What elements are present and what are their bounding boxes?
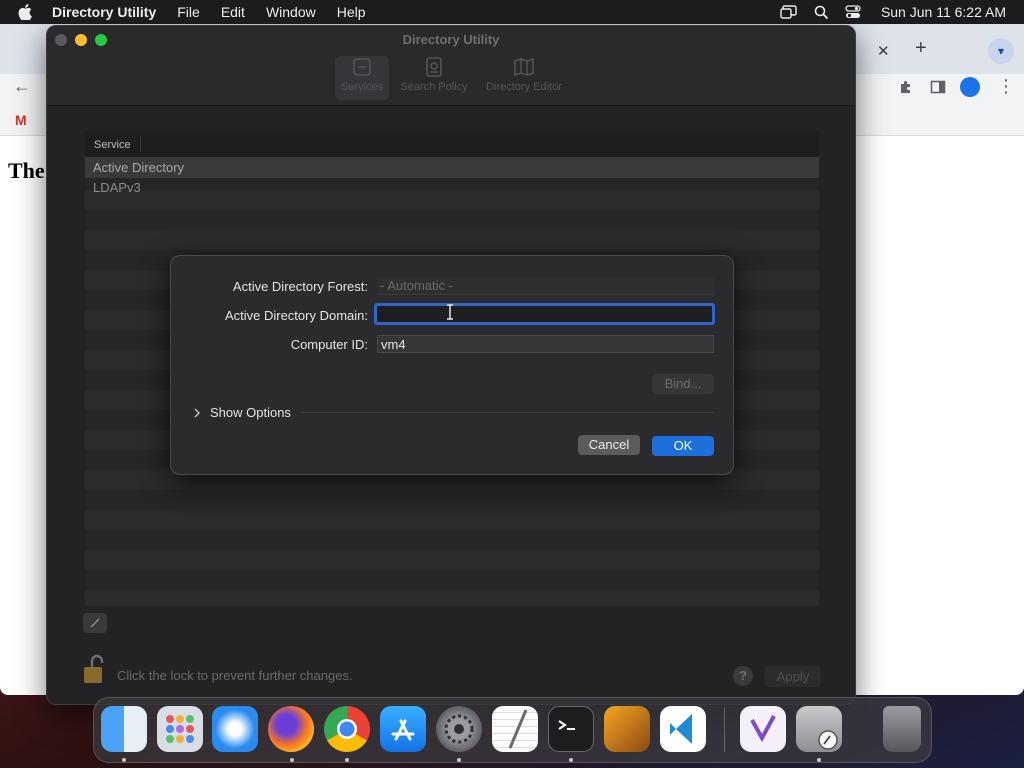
show-options-disclosure[interactable]: Show Options xyxy=(193,405,291,420)
computer-id-label: Computer ID: xyxy=(290,337,368,352)
directory-editor-map-icon xyxy=(514,57,534,77)
window-titlebar: Directory Utility Services Search Policy… xyxy=(47,26,855,106)
gmail-bookmark-icon[interactable]: M xyxy=(15,112,27,128)
cancel-button[interactable]: Cancel xyxy=(578,435,640,455)
dock-chrome-icon[interactable] xyxy=(324,706,370,752)
tab-search-policy[interactable]: Search Policy xyxy=(395,56,473,100)
forest-field: - Automatic - xyxy=(377,277,714,295)
ok-button[interactable]: OK xyxy=(652,436,714,456)
tab-close-icon[interactable]: ✕ xyxy=(877,42,890,60)
dock-finder-icon[interactable] xyxy=(101,706,147,752)
apply-button[interactable]: Apply xyxy=(765,666,821,687)
tab-search-icon[interactable]: ▾ xyxy=(988,38,1014,64)
domain-label: Active Directory Domain: xyxy=(224,308,368,323)
control-center-icon[interactable] xyxy=(845,5,861,19)
dock-vscode-icon[interactable] xyxy=(660,706,706,752)
tab-services[interactable]: Services xyxy=(335,56,389,100)
search-policy-icon xyxy=(426,57,442,77)
menu-window[interactable]: Window xyxy=(266,4,316,20)
menu-app-name[interactable]: Directory Utility xyxy=(52,4,156,20)
extensions-puzzle-icon[interactable] xyxy=(898,79,914,100)
help-button[interactable]: ? xyxy=(733,666,753,686)
dock-app-store-icon[interactable] xyxy=(380,706,426,752)
firefox-running-indicator xyxy=(290,758,294,762)
page-heading-fragment: The xyxy=(8,158,45,183)
menu-bar: Directory Utility File Edit Window Help … xyxy=(0,0,1024,24)
tab-services-label: Services xyxy=(340,81,384,93)
window-title: Directory Utility xyxy=(402,32,500,47)
side-panel-icon[interactable] xyxy=(930,79,946,100)
dock-terminal-icon[interactable] xyxy=(548,706,594,752)
dock-launchpad-icon[interactable] xyxy=(157,706,203,752)
pencil-icon xyxy=(90,618,100,628)
apple-menu-icon[interactable] xyxy=(18,4,32,20)
tab-search-policy-label: Search Policy xyxy=(400,81,468,93)
dock xyxy=(93,697,932,763)
lock-button[interactable] xyxy=(83,653,107,690)
show-options-label: Show Options xyxy=(210,405,291,420)
services-icon xyxy=(353,58,371,76)
dock-textedit-icon[interactable] xyxy=(492,706,538,752)
dock-garageband-icon[interactable] xyxy=(604,706,650,752)
browser-profile-icon[interactable] xyxy=(960,77,980,97)
screen-mirroring-icon[interactable] xyxy=(780,5,798,19)
domain-input[interactable] xyxy=(374,303,715,325)
unlocked-padlock-icon xyxy=(84,654,104,683)
bind-button[interactable]: Bind... xyxy=(652,374,714,394)
computer-id-input[interactable]: vm4 xyxy=(377,335,714,353)
tab-directory-editor[interactable]: Directory Editor xyxy=(479,56,569,100)
active-directory-bind-sheet: Active Directory Forest: - Automatic - A… xyxy=(170,255,734,475)
spotlight-search-icon[interactable] xyxy=(814,5,829,20)
menu-edit[interactable]: Edit xyxy=(221,4,245,20)
lock-status-text: Click the lock to prevent further change… xyxy=(117,668,353,683)
column-separator xyxy=(140,136,141,152)
finder-running-indicator xyxy=(122,758,126,762)
dock-separator xyxy=(724,708,725,752)
forest-label: Active Directory Forest: xyxy=(232,279,368,294)
directory-utility-running-indicator xyxy=(817,758,821,762)
services-table-header[interactable]: Service xyxy=(85,130,819,158)
dock-firefox-icon[interactable] xyxy=(268,706,314,752)
browser-menu-icon[interactable]: ⋮ xyxy=(997,76,1015,97)
back-arrow-icon[interactable]: ← xyxy=(13,76,31,97)
tab-directory-editor-label: Directory Editor xyxy=(486,81,562,93)
menubar-clock[interactable]: Sun Jun 11 6:22 AM xyxy=(881,4,1006,20)
chrome-running-indicator xyxy=(345,758,349,762)
terminal-running-indicator xyxy=(569,758,573,762)
row-label: LDAPv3 xyxy=(93,180,141,195)
text-cursor-icon xyxy=(445,304,455,325)
table-row-ldapv3[interactable]: LDAPv3 xyxy=(85,178,819,198)
dock-visual-studio-icon[interactable] xyxy=(740,706,786,752)
dock-system-settings-icon[interactable] xyxy=(436,706,482,752)
column-header-service: Service xyxy=(94,139,131,151)
menu-help[interactable]: Help xyxy=(337,4,366,20)
dock-directory-utility-icon[interactable] xyxy=(796,706,842,752)
new-tab-icon[interactable]: + xyxy=(915,37,927,60)
options-divider xyxy=(301,412,714,413)
row-label: Active Directory xyxy=(93,160,185,175)
dock-trash-icon[interactable] xyxy=(883,706,921,752)
chevron-right-icon xyxy=(194,407,201,418)
system-settings-running-indicator xyxy=(457,758,461,762)
edit-settings-button[interactable] xyxy=(83,613,107,633)
table-row-active-directory[interactable]: Active Directory xyxy=(85,158,819,178)
dock-safari-icon[interactable] xyxy=(212,706,258,752)
menu-file[interactable]: File xyxy=(177,4,200,20)
